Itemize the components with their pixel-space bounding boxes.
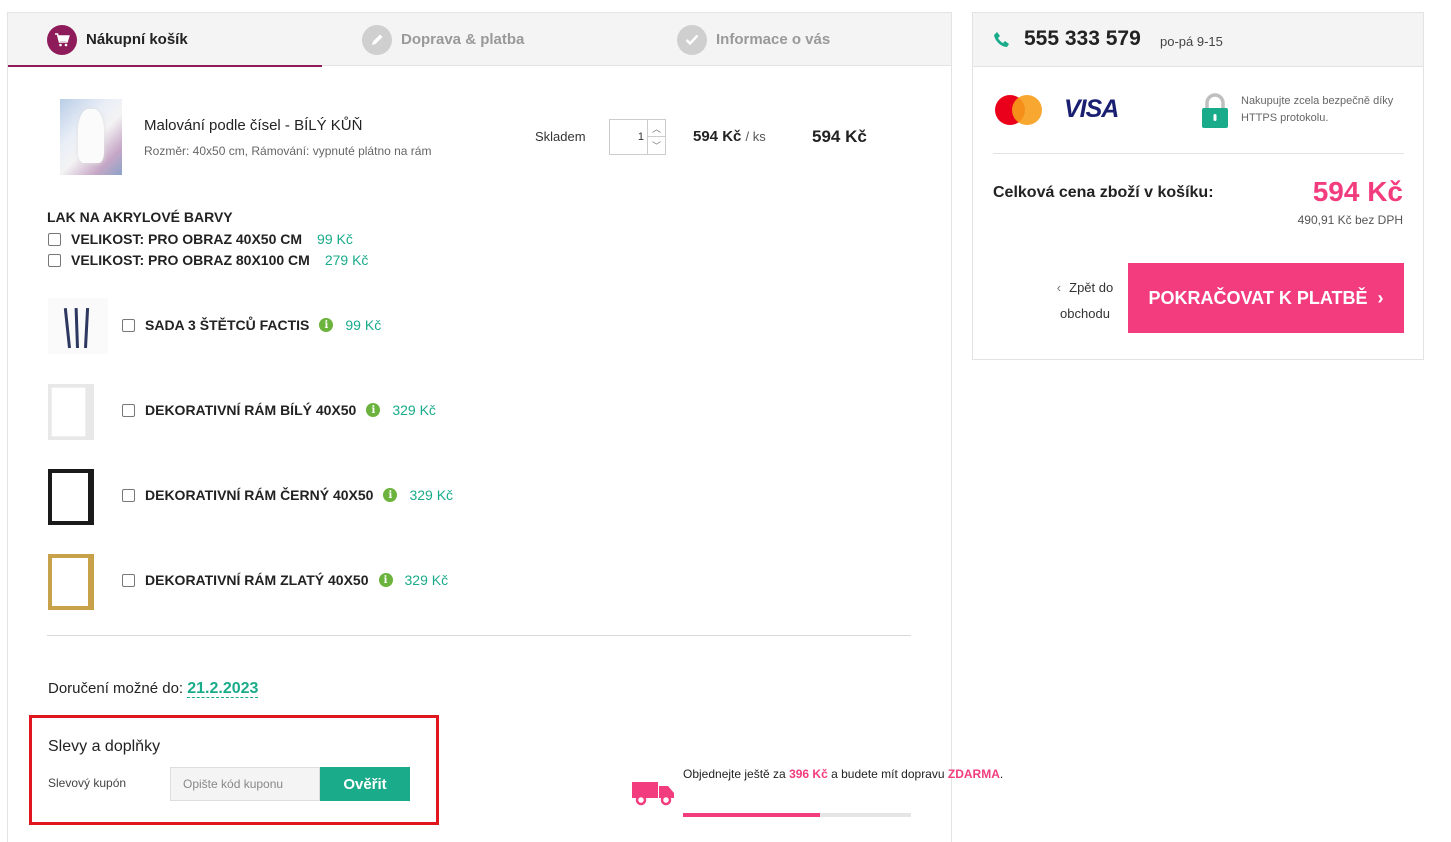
option-label: VELIKOST: PRO OBRAZ 40X50 CM [71, 231, 303, 247]
contact-header: 555 333 579 po-pá 9-15 [973, 13, 1423, 67]
addon-price: 329 Kč [392, 402, 436, 418]
chevron-left-icon: ‹ [1056, 280, 1062, 295]
free-shipping-progress-fill [683, 813, 820, 817]
info-icon[interactable]: i [319, 318, 334, 332]
divider [47, 635, 911, 636]
line-total: 594 Kč [812, 127, 867, 146]
back-to-shop-link[interactable]: ‹ Zpět do obchodu [1045, 275, 1125, 327]
free-shipping-message: Objednejte ještě za 396 Kč a budete mít … [683, 765, 1003, 783]
free-shipping-progress [683, 813, 911, 817]
varnish-option[interactable]: VELIKOST: PRO OBRAZ 40X50 CM 99 Kč [48, 231, 353, 247]
step-shipping[interactable]: Doprava & platba [362, 13, 524, 66]
chevron-down-icon[interactable]: ﹀ [647, 137, 665, 154]
total-label: Celková cena zboží v košíku: [993, 184, 1214, 201]
addon-row[interactable]: DEKORATIVNÍ RÁM ZLATÝ 40X50 i 329 Kč [122, 572, 448, 588]
check-icon [677, 24, 707, 55]
checkbox[interactable] [122, 318, 135, 332]
step-shipping-label: Doprava & platba [401, 31, 525, 48]
addon-price: 329 Kč [404, 572, 449, 588]
product-name[interactable]: Malování podle čísel - BÍLÝ KŮŇ [144, 117, 362, 134]
checkbox[interactable] [48, 232, 61, 246]
coupon-input[interactable]: Opište kód kuponu [170, 767, 320, 801]
unit-suffix: / ks [745, 129, 766, 144]
ship-text-end: . [999, 767, 1004, 781]
checkbox[interactable] [122, 488, 135, 502]
active-step-indicator [8, 65, 322, 67]
product-details: Rozměr: 40x50 cm, Rámování: vypnuté plát… [144, 144, 432, 158]
addon-label: DEKORATIVNÍ RÁM ZLATÝ 40X50 [145, 572, 369, 588]
back-label: Zpět do obchodu [1060, 280, 1114, 321]
chevron-up-icon[interactable]: ︿ [647, 120, 665, 137]
varnish-title: LAK NA AKRYLOVÉ BARVY [47, 209, 233, 225]
support-hours: po-pá 9-15 [1160, 34, 1223, 49]
addon-label: DEKORATIVNÍ RÁM BÍLÝ 40X50 [145, 402, 357, 418]
option-label: VELIKOST: PRO OBRAZ 80X100 CM [71, 252, 310, 268]
option-price: 279 Kč [324, 252, 369, 268]
phone-number[interactable]: 555 333 579 [1024, 27, 1141, 51]
delivery-date[interactable]: 21.2.2023 [187, 680, 259, 698]
continue-label: POKRAČOVAT K PLATBĚ [1148, 287, 1368, 308]
checkbox[interactable] [122, 573, 135, 587]
discount-title: Slevy a doplňky [48, 738, 161, 755]
black-frame-image [48, 469, 94, 525]
delivery-estimate: Doručení možné do: 21.2.2023 [48, 680, 259, 698]
addon-label: DEKORATIVNÍ RÁM ČERNÝ 40X50 [145, 487, 374, 503]
truck-icon [632, 782, 674, 806]
verify-coupon-button[interactable]: Ověřit [320, 767, 410, 801]
lock-icon [1202, 93, 1228, 128]
addon-row[interactable]: DEKORATIVNÍ RÁM BÍLÝ 40X50 i 329 Kč [122, 402, 436, 418]
discount-section: Slevy a doplňky Slevový kupón Opište kód… [29, 715, 439, 825]
gold-frame-image [48, 554, 94, 610]
quantity-input[interactable] [610, 120, 648, 154]
ship-free-label: ZDARMA [947, 767, 1000, 781]
addon-row[interactable]: DEKORATIVNÍ RÁM ČERNÝ 40X50 i 329 Kč [122, 487, 453, 503]
unit-price: 594 Kč / ks [693, 128, 766, 145]
order-summary-panel: 555 333 579 po-pá 9-15 VISA Nakupujte zc… [972, 12, 1424, 360]
unit-price-value: 594 Kč [693, 128, 742, 145]
brushes-image [48, 298, 108, 354]
step-info[interactable]: Informace o vás [677, 13, 830, 66]
step-cart-label: Nákupní košík [86, 31, 188, 48]
addon-price: 329 Kč [409, 487, 454, 503]
phone-icon [994, 32, 1009, 47]
visa-icon: VISA [1064, 95, 1119, 123]
checkbox[interactable] [48, 253, 61, 267]
info-icon[interactable]: i [378, 573, 393, 587]
mastercard-icon [995, 95, 1043, 125]
option-price: 99 Kč [317, 231, 353, 247]
total-price: 594 Kč [1312, 176, 1403, 207]
addon-label: SADA 3 ŠTĚTCŮ FACTIS [145, 317, 310, 333]
step-info-label: Informace o vás [716, 31, 831, 48]
step-cart[interactable]: Nákupní košík [47, 13, 188, 66]
cart-icon [47, 24, 77, 55]
info-icon[interactable]: i [383, 488, 398, 502]
info-icon[interactable]: i [366, 403, 381, 417]
addon-row[interactable]: SADA 3 ŠTĚTCŮ FACTIS i 99 Kč [122, 317, 381, 333]
ship-remaining-amount: 396 Kč [789, 767, 828, 781]
chevron-right-icon: › [1377, 287, 1384, 308]
white-frame-image [48, 384, 94, 440]
total-net-price: 490,91 Kč bez DPH [1297, 213, 1403, 227]
coupon-label: Slevový kupón [48, 776, 127, 790]
divider [993, 153, 1404, 154]
ship-text-middle: a budete mít dopravu [831, 767, 945, 781]
checkbox[interactable] [122, 403, 135, 417]
product-image[interactable] [60, 99, 122, 175]
secure-notice: Nakupujte zcela bezpečně díky HTTPS prot… [1241, 95, 1394, 124]
stock-status: Skladem [535, 129, 586, 144]
varnish-option[interactable]: VELIKOST: PRO OBRAZ 80X100 CM 279 Kč [48, 252, 368, 268]
pencil-icon [362, 24, 392, 55]
ship-text-before: Objednejte ještě za [683, 767, 786, 781]
continue-to-payment-button[interactable]: POKRAČOVAT K PLATBĚ › [1128, 263, 1404, 333]
quantity-stepper[interactable]: ︿ ﹀ [609, 119, 666, 155]
checkout-steps: Nákupní košík Doprava & platba Informace… [8, 13, 951, 67]
addon-price: 99 Kč [345, 317, 382, 333]
delivery-label: Doručení možné do: [48, 680, 184, 697]
